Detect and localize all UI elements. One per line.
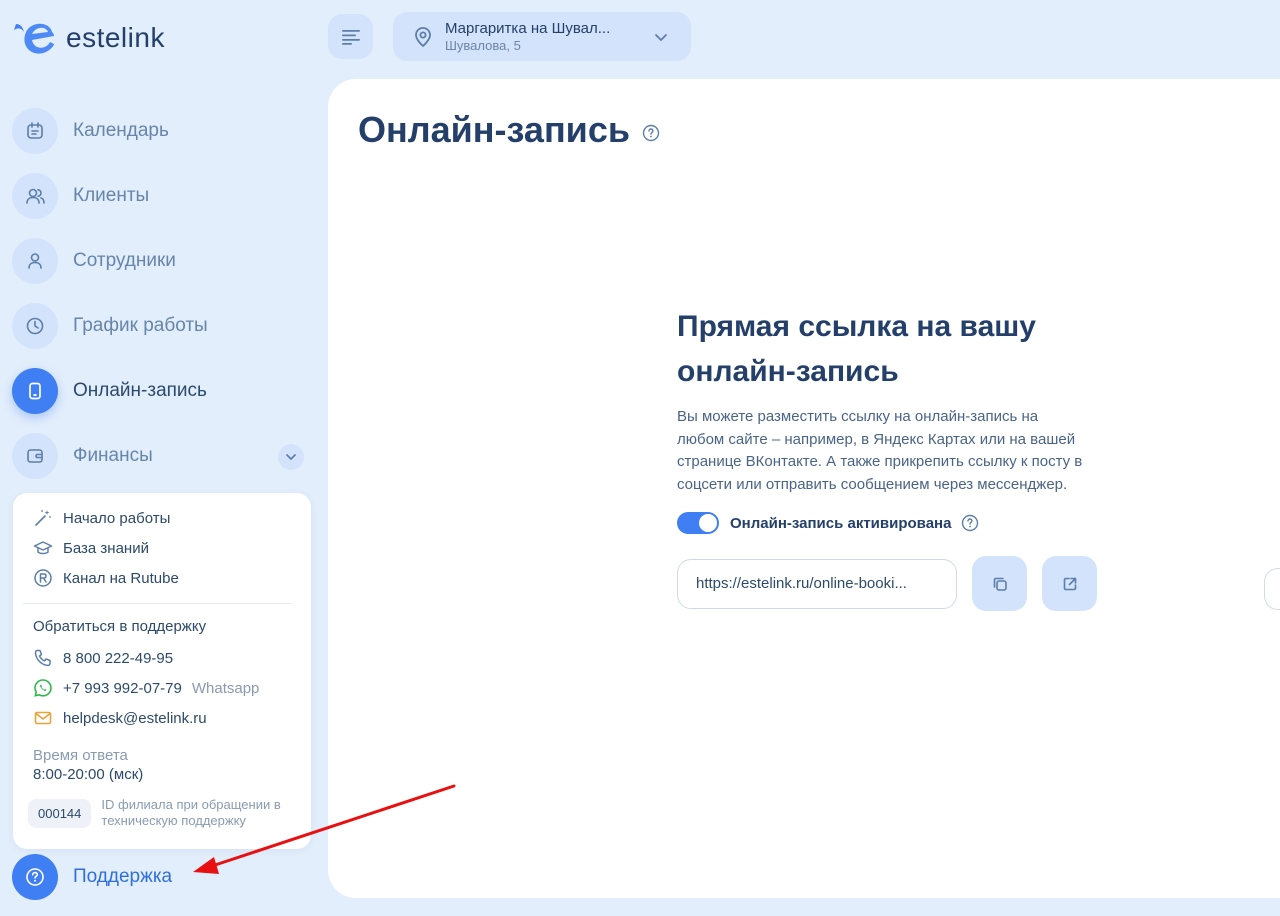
help-link-getting-started[interactable]: Начало работы: [33, 503, 301, 533]
help-circle-icon[interactable]: [642, 124, 660, 142]
sidebar-item-calendar[interactable]: Календарь: [12, 108, 312, 154]
sidebar-item-label: Онлайн-запись: [73, 380, 207, 401]
phone-icon: [12, 368, 58, 414]
logo-text: estelink: [66, 22, 165, 53]
phone-call-icon: [34, 649, 51, 667]
support-phone[interactable]: 8 800 222-49-95: [33, 643, 301, 673]
toggle-label: Онлайн-запись активирована: [730, 514, 952, 532]
help-link-knowledge-base[interactable]: База знаний: [33, 533, 301, 563]
support-email[interactable]: helpdesk@estelink.ru: [33, 703, 301, 733]
sidebar-item-schedule[interactable]: График работы: [12, 303, 312, 349]
branch-select[interactable]: Маргаритка на Шувал... Шувалова, 5: [393, 12, 691, 61]
help-link-label: Канал на Rutube: [63, 569, 179, 587]
sidebar-item-label: Календарь: [73, 120, 169, 141]
copy-icon: [993, 577, 1007, 591]
response-time-label: Время ответа: [33, 747, 128, 764]
magic-wand-icon: [35, 510, 51, 526]
section-title: Прямая ссылка на вашу онлайн-запись: [677, 310, 1036, 388]
support-email-address: helpdesk@estelink.ru: [63, 709, 207, 727]
menu-icon: [341, 29, 360, 45]
booking-link-section: Прямая ссылка на вашу онлайн-запись Вы м…: [677, 304, 1097, 611]
chevron-down-icon: [286, 454, 296, 460]
booking-link-input[interactable]: [677, 558, 957, 609]
divider: [23, 603, 291, 604]
main-panel: Онлайн-запись Прямая ссылка на вашу онла…: [328, 79, 1280, 898]
sidebar-item-label: График работы: [73, 315, 208, 336]
sidebar-item-finance[interactable]: Финансы: [12, 433, 312, 479]
help-circle-icon: [12, 854, 58, 900]
help-link-rutube[interactable]: Канал на Rutube: [33, 563, 301, 593]
support-whatsapp[interactable]: +7 993 992-07-79 Whatsapp: [33, 673, 301, 703]
logo[interactable]: estelink: [12, 16, 165, 60]
clock-icon: [12, 303, 58, 349]
logo-mark-icon: [12, 16, 60, 60]
whatsapp-icon: [34, 679, 52, 697]
response-time-value: 8:00-20:00 (мск): [33, 766, 144, 783]
finance-expand-button[interactable]: [278, 444, 304, 470]
support-whatsapp-number: +7 993 992-07-79: [63, 679, 182, 697]
branch-address: Шувалова, 5: [445, 38, 521, 53]
page-title: Онлайн-запись: [358, 109, 630, 150]
mail-icon: [34, 711, 52, 725]
rutube-icon: [34, 569, 52, 587]
chevron-down-icon: [655, 34, 667, 41]
sidebar-item-staff[interactable]: Сотрудники: [12, 238, 312, 284]
branch-id-note: ID филиала при обращении в техническую п…: [101, 797, 281, 828]
branch-id-row: 000144 ID филиала при обращении в технич…: [28, 797, 301, 829]
sidebar-item-clients[interactable]: Клиенты: [12, 173, 312, 219]
support-title: Обратиться в поддержку: [33, 618, 207, 635]
help-link-label: Начало работы: [63, 509, 171, 527]
branch-name: Маргаритка на Шувал...: [445, 20, 611, 37]
users-icon: [12, 173, 58, 219]
calendar-icon: [12, 108, 58, 154]
help-circle-icon[interactable]: [961, 514, 979, 532]
open-link-button[interactable]: [1042, 556, 1097, 611]
copy-link-button[interactable]: [972, 556, 1027, 611]
side-panel-edge[interactable]: [1264, 568, 1280, 610]
sidebar-nav: Календарь Клиенты Сотрудники График рабо…: [12, 108, 312, 498]
section-description: Вы можете разместить ссылку на онлайн-за…: [677, 408, 1083, 493]
sidebar-item-label: Поддержка: [73, 866, 173, 887]
sidebar-item-online-booking[interactable]: Онлайн-запись: [12, 368, 312, 414]
external-link-icon: [1063, 577, 1076, 590]
support-phone-number: 8 800 222-49-95: [63, 649, 174, 667]
graduation-cap-icon: [33, 541, 53, 555]
branch-id-badge[interactable]: 000144: [28, 798, 92, 828]
help-link-label: База знаний: [63, 539, 149, 557]
wallet-icon: [12, 433, 58, 479]
user-icon: [12, 238, 58, 284]
help-card: Начало работы База знаний Канал на Rutub…: [13, 493, 311, 849]
sidebar-item-label: Клиенты: [73, 185, 150, 206]
online-booking-toggle[interactable]: [677, 512, 719, 534]
sidebar-item-label: Сотрудники: [73, 250, 176, 271]
location-pin-icon: [415, 26, 431, 47]
sidebar-item-support[interactable]: Поддержка: [12, 854, 172, 900]
menu-toggle-button[interactable]: [328, 14, 373, 59]
sidebar-item-label: Финансы: [73, 445, 153, 466]
whatsapp-label: Whatsapp: [191, 679, 260, 697]
